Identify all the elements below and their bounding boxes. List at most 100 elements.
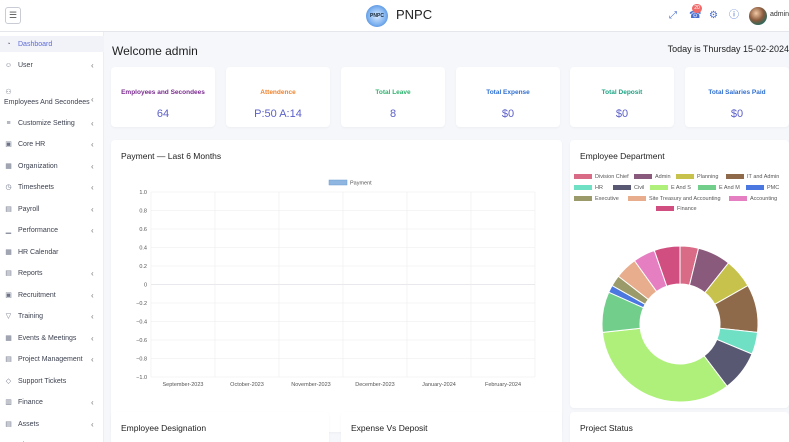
donut-slice[interactable] <box>704 262 749 305</box>
donut-slice[interactable] <box>608 284 646 309</box>
sidebar-item-core-hr[interactable]: ▣ Core HR ‹ <box>0 135 104 153</box>
legend-label: IT and Admin <box>747 174 780 180</box>
stat-card[interactable]: Total Deposit $0 <box>570 67 674 127</box>
brand-logo[interactable]: PNPC <box>366 5 388 27</box>
settings-icon[interactable]: ⚙ <box>709 10 718 22</box>
chevron-left-icon: ‹ <box>91 419 94 429</box>
x-tick-label: February-2024 <box>485 382 521 388</box>
legend-swatch <box>656 206 674 211</box>
legend-label: Civil <box>634 185 645 191</box>
hamburger-menu-button[interactable]: ☰ <box>5 7 21 24</box>
donut-slice[interactable] <box>703 338 753 387</box>
user-name[interactable]: admin <box>770 11 789 18</box>
info-icon[interactable]: ⓘ <box>729 10 739 22</box>
sidebar-item-label: Core HR <box>18 140 46 148</box>
sidebar-item-payroll[interactable]: ▤ Payroll ‹ <box>0 200 104 218</box>
today-date: Today is Thursday 15-02-2024 <box>667 44 789 54</box>
sidebar-item-recruitment[interactable]: ▣ Recruitment ‹ <box>0 286 104 304</box>
legend-item[interactable]: Division Chief <box>574 174 629 180</box>
donut-slice[interactable] <box>714 284 759 333</box>
y-tick-label: 0.4 <box>139 246 147 252</box>
sidebar-item-label: Employees And Secondees <box>4 99 90 106</box>
legend-label: E And M <box>719 185 740 191</box>
legend-item[interactable]: Accounting <box>729 196 777 202</box>
donut-slice[interactable] <box>688 247 730 294</box>
legend-item[interactable]: E And S <box>650 185 691 191</box>
sliders-icon: ≡ <box>6 119 11 127</box>
legend-item[interactable]: Site Treasury and Accounting <box>628 196 721 202</box>
legend-item[interactable]: Planning <box>676 174 718 180</box>
legend-item[interactable]: Civil <box>613 185 644 191</box>
stat-card[interactable]: Attendence P:50 A:14 <box>226 67 330 127</box>
sidebar-item-organization[interactable]: ▦ Organization ‹ <box>0 157 104 175</box>
top-bar: ☰ PNPC PNPC ⤢ ☎ 20 ⚙ ⓘ admin <box>0 0 789 32</box>
sidebar-item-label: Project Management <box>18 355 83 363</box>
legend-item[interactable]: PMC <box>746 185 779 191</box>
sidebar-item-label: Organization <box>18 162 58 170</box>
sidebar-item-support-tickets[interactable]: ◇ Support Tickets <box>0 372 104 390</box>
sidebar-item-events-meetings[interactable]: ▦ Events & Meetings ‹ <box>0 329 104 347</box>
payment-legend-swatch <box>328 179 348 186</box>
sidebar-item-performance[interactable]: ▁ Performance ‹ <box>0 221 104 239</box>
y-tick-label: 0.8 <box>139 209 147 215</box>
sidebar-item-user[interactable]: ☺ User ‹ <box>0 56 104 74</box>
logo-text: PNPC <box>370 13 384 19</box>
legend-item[interactable]: E And M <box>698 185 740 191</box>
y-tick-label: −0.2 <box>136 301 147 307</box>
legend-label: HR <box>595 185 603 191</box>
donut-slice[interactable] <box>633 249 668 293</box>
chevron-left-icon: ‹ <box>91 94 94 104</box>
calendar-event-icon: ▦ <box>5 335 12 342</box>
donut-slice[interactable] <box>716 327 759 355</box>
payment-panel: Payment — Last 6 Months 1.0 0.8 0.6 0.4 0.2 0… <box>111 140 562 432</box>
designation-panel-title: Employee Designation <box>121 423 207 433</box>
finance-icon: ▥ <box>5 399 12 406</box>
sidebar-item-employees-and-secondees[interactable]: ⚇ Employees And Secondees ‹ <box>0 86 104 112</box>
stat-card[interactable]: Total Expense $0 <box>456 67 560 127</box>
legend-swatch <box>574 196 592 201</box>
sidebar-item-label: Customize Setting <box>18 119 75 127</box>
stat-title: Attendence <box>260 89 296 96</box>
user-icon: ☺ <box>4 61 13 69</box>
ticket-icon: ◇ <box>5 378 12 385</box>
sidebar-item-customize-setting[interactable]: ≡ Customize Setting ‹ <box>0 114 104 132</box>
sidebar-item-timesheets[interactable]: ◷ Timesheets ‹ <box>0 178 104 196</box>
sidebar-item-label: User <box>18 61 33 69</box>
stat-card[interactable]: Total Salaries Paid $0 <box>685 67 789 127</box>
x-tick-label: October-2023 <box>230 382 264 388</box>
legend-item[interactable]: Executive <box>574 196 619 202</box>
funnel-icon: ▽ <box>5 313 12 320</box>
donut-slice[interactable] <box>601 291 645 333</box>
sidebar-item-training[interactable]: ▽ Training ‹ <box>0 307 104 325</box>
avatar[interactable] <box>749 7 767 25</box>
brand-name: PNPC <box>396 7 433 22</box>
sidebar-item-label: Dashboard <box>18 40 53 48</box>
sidebar-item-label: HR Calendar <box>18 248 59 256</box>
sidebar-item-label: Payroll <box>18 205 40 213</box>
fullscreen-icon[interactable]: ⤢ <box>669 10 677 22</box>
sidebar-item-dashboard[interactable]: ◔ Dashboard <box>0 36 104 52</box>
legend-item[interactable]: IT and Admin <box>726 174 779 180</box>
donut-slice[interactable] <box>679 245 700 286</box>
donut-slice[interactable] <box>611 275 650 305</box>
legend-item[interactable]: Finance <box>656 206 697 212</box>
legend-item[interactable]: Admin <box>634 174 671 180</box>
stat-card[interactable]: Employees and Secondees 64 <box>111 67 215 127</box>
sidebar-item-finance[interactable]: ▥ Finance ‹ <box>0 393 104 411</box>
donut-slice[interactable] <box>617 259 658 301</box>
sidebar-item-project-management[interactable]: ▤ Project Management ‹ <box>0 350 104 368</box>
stat-title: Total Deposit <box>601 89 643 96</box>
legend-swatch <box>746 185 764 190</box>
donut-slice[interactable] <box>653 245 681 287</box>
hamburger-icon: ☰ <box>8 10 18 20</box>
sidebar-item-site-manager[interactable]: ▣Site Manager‹ <box>0 436 104 442</box>
y-tick-label: 1.0 <box>139 190 147 196</box>
legend-swatch <box>628 196 646 201</box>
sidebar-item-reports[interactable]: ▤ Reports ‹ <box>0 264 104 282</box>
sidebar-item-assets[interactable]: ▤ Assets ‹ <box>0 415 104 433</box>
sidebar-item-hr-calendar[interactable]: ▦ HR Calendar <box>0 243 104 261</box>
stat-card[interactable]: Total Leave 8 <box>341 67 445 127</box>
legend-item[interactable]: HR <box>574 185 603 191</box>
sidebar-item-label: Reports <box>18 269 43 277</box>
donut-slice[interactable] <box>601 327 728 403</box>
